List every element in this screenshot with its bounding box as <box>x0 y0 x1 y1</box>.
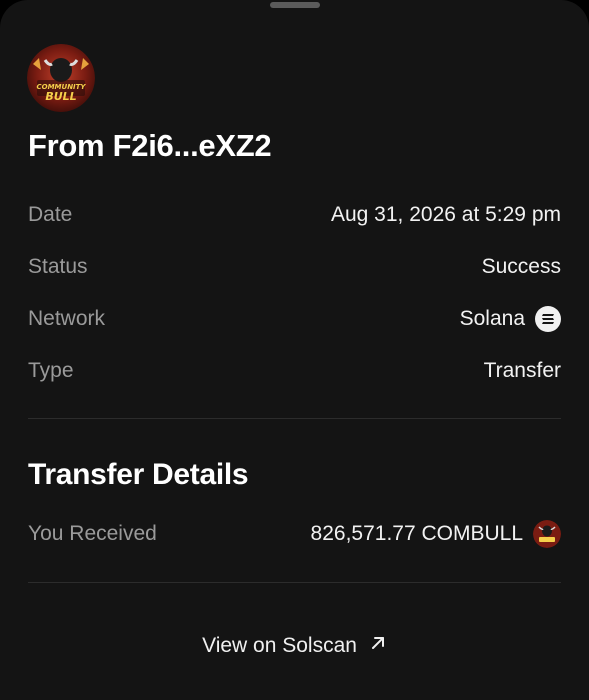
detail-row-network: Network Solana <box>28 304 561 334</box>
network-label: Network <box>28 307 106 330</box>
status-label: Status <box>28 255 88 278</box>
divider <box>28 418 561 419</box>
received-label: You Received <box>28 522 157 545</box>
network-value: Solana <box>460 306 561 332</box>
external-arrow-icon <box>369 634 387 658</box>
date-value: Aug 31, 2026 at 5:29 pm <box>330 203 561 226</box>
view-on-solscan-link[interactable]: View on Solscan <box>0 634 589 658</box>
transaction-detail-sheet: COMMUNITY BULL From F2i6...eXZ2 Date Aug… <box>0 0 589 700</box>
bull-logo-icon: COMMUNITY BULL <box>27 44 95 112</box>
date-label: Date <box>28 203 73 226</box>
divider <box>28 582 561 583</box>
transfer-details-heading: Transfer Details <box>28 458 249 491</box>
received-value: 826,571.77 COMBULL <box>311 520 561 548</box>
transaction-title: From F2i6...eXZ2 <box>28 128 272 163</box>
community-bull-token-avatar: COMMUNITY BULL <box>27 44 95 112</box>
logo-bottom-text: BULL <box>45 90 76 103</box>
community-bull-token-icon <box>533 520 561 548</box>
received-amount: 826,571.77 COMBULL <box>310 522 523 545</box>
detail-row-status: Status Success <box>28 252 561 282</box>
type-label: Type <box>28 359 74 382</box>
detail-row-date: Date Aug 31, 2026 at 5:29 pm <box>28 200 561 230</box>
solana-icon <box>535 306 561 332</box>
detail-row-received: You Received 826,571.77 COMBULL <box>28 519 561 549</box>
type-value: Transfer <box>483 359 561 382</box>
sheet-grabber-handle[interactable] <box>270 2 320 8</box>
network-name: Solana <box>459 307 525 330</box>
solscan-link-label: View on Solscan <box>202 634 357 657</box>
detail-row-type: Type Transfer <box>28 356 561 386</box>
status-value: Success <box>481 255 561 278</box>
